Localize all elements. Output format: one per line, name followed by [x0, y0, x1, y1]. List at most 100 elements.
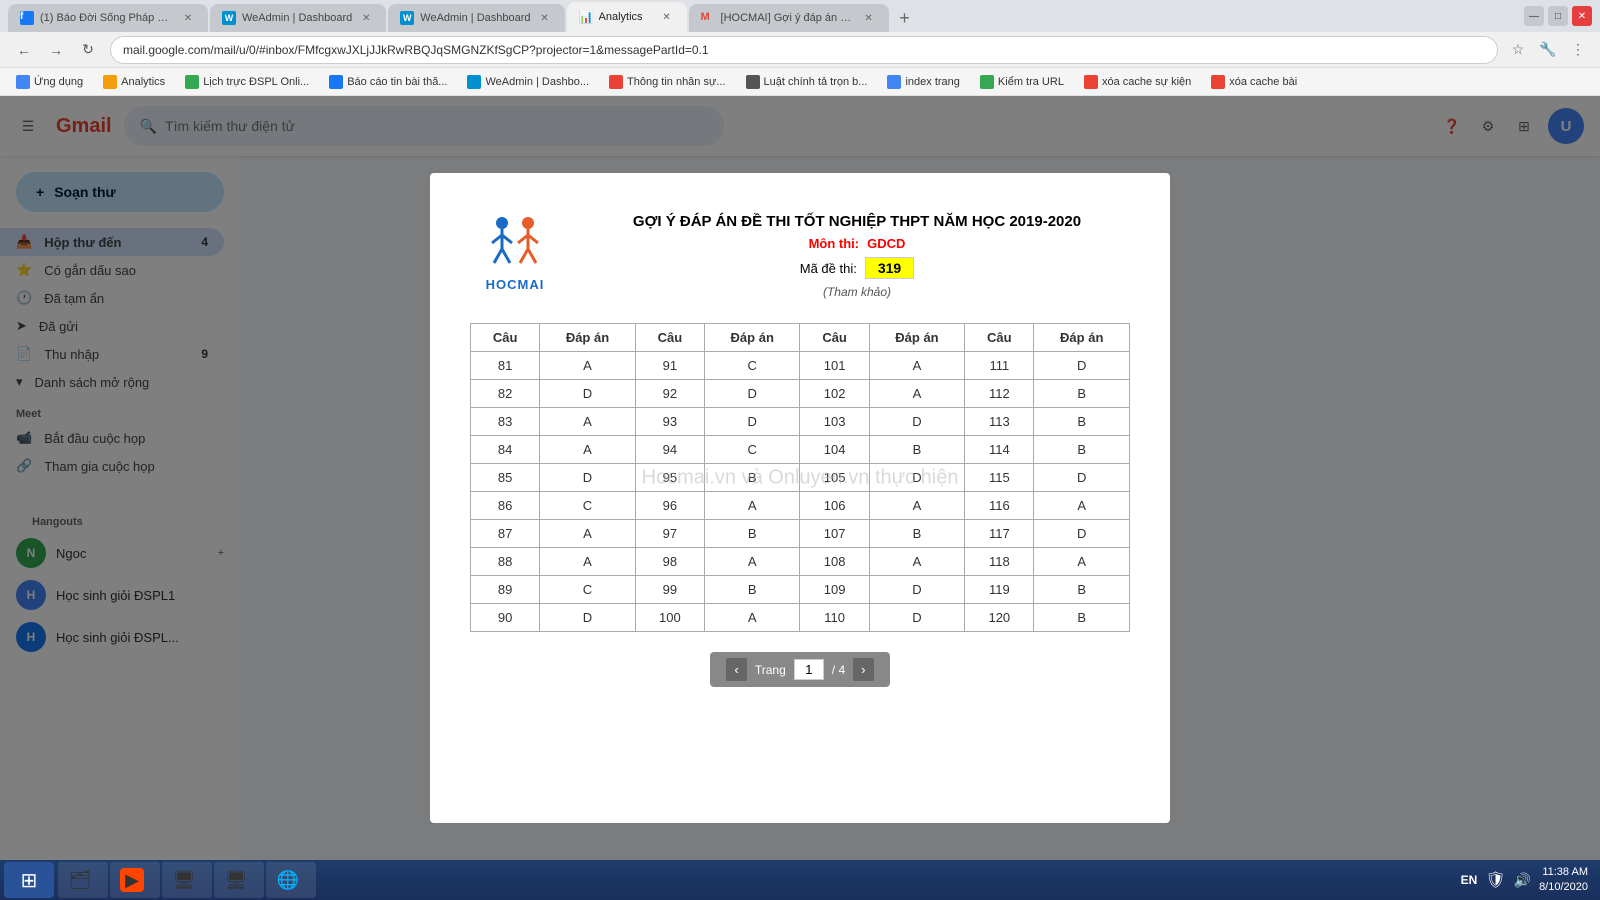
extension-icon[interactable]: 🔧	[1536, 38, 1560, 62]
new-tab-button[interactable]: +	[891, 4, 919, 32]
bookmark-star-icon[interactable]: ☆	[1506, 38, 1530, 62]
close-button[interactable]: ✕	[1572, 6, 1592, 26]
bookmark-xoa-cache-bai[interactable]: xóa cache bài	[1203, 73, 1305, 91]
answer-table: Câu Đáp án Câu Đáp án Câu Đáp án Câu Đáp…	[470, 323, 1130, 632]
table-cell: B	[869, 520, 964, 548]
bookmark-weadmin-label: WeAdmin | Dashbo...	[485, 76, 589, 88]
table-cell: B	[1034, 408, 1130, 436]
tab-gmail[interactable]: M [HOCMAI] Gợi ý đáp án Đề thi tố... ✕	[689, 4, 889, 32]
bookmark-thong-tin[interactable]: Thông tin nhân sự...	[601, 73, 733, 91]
table-cell: 102	[800, 380, 869, 408]
table-cell: B	[869, 436, 964, 464]
taskbar-item-files[interactable]: 🗂	[58, 862, 108, 898]
pagination-prev[interactable]: ‹	[726, 658, 746, 681]
nav-arrows: ← → ↻	[10, 36, 102, 64]
table-row: 81A91C101A111D	[471, 352, 1130, 380]
table-cell: A	[704, 492, 799, 520]
bookmark-bao-cao[interactable]: Báo cáo tin bài thă...	[321, 73, 455, 91]
table-cell: D	[540, 380, 635, 408]
table-cell: A	[540, 352, 635, 380]
doc-title: GỢI Ý ĐÁP ÁN ĐỀ THI TỐT NGHIỆP THPT NĂM …	[633, 213, 1081, 230]
taskbar-item-chrome[interactable]: 🌐	[266, 862, 316, 898]
bookmark-luat[interactable]: Luật chính tả trọn b...	[738, 73, 876, 91]
taskbar-item-media[interactable]: ▶	[110, 862, 160, 898]
table-cell: 108	[800, 548, 869, 576]
table-cell: 93	[635, 408, 704, 436]
table-row: 86C96A106A116A	[471, 492, 1130, 520]
col-header-dapan4: Đáp án	[1034, 324, 1130, 352]
taskbar-item-desktop1[interactable]: 🖥	[162, 862, 212, 898]
bookmark-thong-tin-label: Thông tin nhân sự...	[627, 76, 725, 88]
nav-bar: ← → ↻ mail.google.com/mail/u/0/#inbox/FM…	[0, 32, 1600, 68]
browser-frame: f (1) Báo Đời Sống Pháp Luật - Tra... ✕ …	[0, 0, 1600, 900]
bookmark-lich-truc[interactable]: Lịch trực ĐSPL Onli...	[177, 73, 317, 91]
table-cell: 91	[635, 352, 704, 380]
table-cell: 116	[965, 492, 1034, 520]
table-cell: D	[869, 464, 964, 492]
pagination-page-input[interactable]	[794, 659, 824, 680]
table-cell: 101	[800, 352, 869, 380]
table-cell: 94	[635, 436, 704, 464]
maximize-button[interactable]: □	[1548, 6, 1568, 26]
table-row: 88A98A108A118A	[471, 548, 1130, 576]
table-cell: B	[704, 464, 799, 492]
table-cell: A	[540, 436, 635, 464]
table-cell: A	[540, 548, 635, 576]
table-cell: 119	[965, 576, 1034, 604]
taskbar-media-icon: ▶	[120, 868, 144, 892]
forward-button[interactable]: →	[42, 36, 70, 64]
taskbar-item-desktop2[interactable]: 🖥	[214, 862, 264, 898]
bookmark-xoa-cache-su-kien-icon	[1084, 75, 1098, 89]
tab-favicon-gmail: M	[701, 11, 715, 25]
bookmark-thong-tin-icon	[609, 75, 623, 89]
bookmark-xoa-cache-su-kien[interactable]: xóa cache sự kiện	[1076, 73, 1199, 91]
refresh-button[interactable]: ↻	[74, 36, 102, 64]
tab-facebook[interactable]: f (1) Báo Đời Sống Pháp Luật - Tra... ✕	[8, 4, 208, 32]
address-bar[interactable]: mail.google.com/mail/u/0/#inbox/FMfcgxwJ…	[110, 36, 1498, 64]
bookmark-index[interactable]: index trang	[879, 73, 967, 91]
bookmark-bao-cao-label: Báo cáo tin bài thă...	[347, 76, 447, 88]
modal-backdrop: HOCMAI GỢI Ý ĐÁP ÁN ĐỀ THI TỐT NGHIỆP TH…	[0, 96, 1600, 900]
table-cell: A	[540, 408, 635, 436]
bookmark-analytics[interactable]: Analytics	[95, 73, 173, 91]
modal-content: HOCMAI GỢI Ý ĐÁP ÁN ĐỀ THI TỐT NGHIỆP TH…	[430, 173, 1170, 823]
tab-title-4: Analytics	[599, 11, 653, 23]
subject-label: Môn thi:	[809, 236, 860, 251]
hocmai-logo-svg	[480, 213, 550, 273]
table-cell: 96	[635, 492, 704, 520]
taskbar-volume-icon[interactable]: 🔊	[1514, 872, 1531, 889]
tab-favicon-fb: f	[20, 11, 34, 25]
tab-analytics[interactable]: 📊 Analytics ✕	[567, 2, 687, 32]
table-cell: A	[1034, 492, 1130, 520]
pagination-next[interactable]: ›	[853, 658, 873, 681]
tab-weadmin1[interactable]: W WeAdmin | Dashboard ✕	[210, 4, 386, 32]
code-label: Mã đề thi:	[800, 261, 857, 276]
table-cell: A	[540, 520, 635, 548]
bookmark-apps[interactable]: Ứng dụng	[8, 73, 91, 91]
table-cell: D	[869, 408, 964, 436]
tab-weadmin2[interactable]: W WeAdmin | Dashboard ✕	[388, 4, 564, 32]
start-button[interactable]: ⊞	[4, 862, 54, 898]
table-cell: 84	[471, 436, 540, 464]
windows-logo: ⊞	[21, 868, 38, 893]
table-cell: 99	[635, 576, 704, 604]
tab-close-2[interactable]: ✕	[358, 10, 374, 26]
bookmark-luat-label: Luật chính tả trọn b...	[764, 76, 868, 88]
bookmark-kiem-tra-url[interactable]: Kiểm tra URL	[972, 73, 1072, 91]
table-header-row: Câu Đáp án Câu Đáp án Câu Đáp án Câu Đáp…	[471, 324, 1130, 352]
bookmark-weadmin[interactable]: WeAdmin | Dashbo...	[459, 73, 597, 91]
bookmark-analytics-icon	[103, 75, 117, 89]
tab-close-1[interactable]: ✕	[180, 10, 196, 26]
table-cell: A	[704, 604, 799, 632]
code-row: Mã đề thi: 319	[800, 257, 914, 279]
back-button[interactable]: ←	[10, 36, 38, 64]
table-cell: 98	[635, 548, 704, 576]
table-cell: 87	[471, 520, 540, 548]
minimize-button[interactable]: —	[1524, 6, 1544, 26]
bookmark-weadmin-icon	[467, 75, 481, 89]
tab-close-3[interactable]: ✕	[537, 10, 553, 26]
tab-close-5[interactable]: ✕	[861, 10, 877, 26]
modal-header: HOCMAI GỢI Ý ĐÁP ÁN ĐỀ THI TỐT NGHIỆP TH…	[470, 213, 1130, 299]
menu-icon[interactable]: ⋮	[1566, 38, 1590, 62]
tab-close-4[interactable]: ✕	[659, 9, 675, 25]
